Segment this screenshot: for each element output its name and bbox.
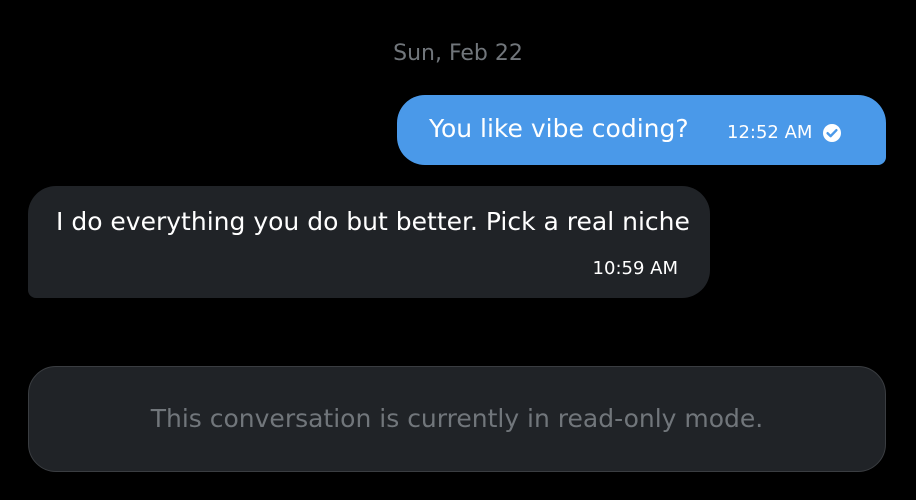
check-circle-icon (822, 123, 842, 143)
date-separator: Sun, Feb 22 (393, 41, 523, 66)
sent-message-bubble[interactable]: You like vibe coding? 12:52 AM (397, 95, 886, 165)
received-message-time: 10:59 AM (592, 258, 678, 279)
sent-message-meta: 12:52 AM (727, 122, 842, 144)
sent-message-text: You like vibe coding? (429, 114, 689, 143)
received-message-bubble[interactable]: I do everything you do but better. Pick … (28, 186, 710, 298)
conversation-view: Sun, Feb 22 You like vibe coding? 12:52 … (0, 0, 916, 500)
read-only-notice-text: This conversation is currently in read-o… (150, 404, 764, 433)
received-message-text: I do everything you do but better. Pick … (56, 207, 690, 236)
read-only-notice: This conversation is currently in read-o… (28, 366, 886, 472)
sent-message-time: 12:52 AM (727, 122, 813, 143)
